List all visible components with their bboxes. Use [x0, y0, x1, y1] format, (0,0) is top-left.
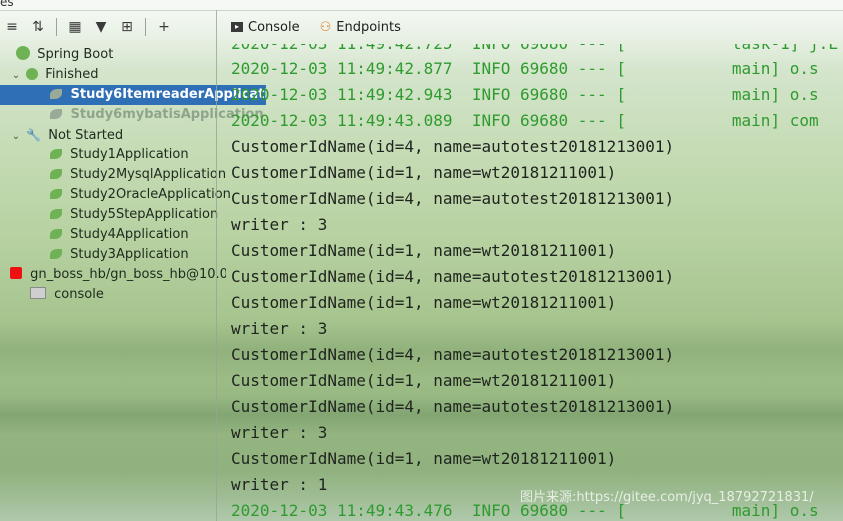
console-line: writer : 3 — [231, 215, 328, 234]
console-line: CustomerIdName(id=1, name=wt20181211001) — [231, 449, 617, 468]
console-line: CustomerIdName(id=4, name=autotest201812… — [231, 345, 675, 364]
add-config-icon[interactable]: ⊞ — [117, 17, 137, 37]
run-tabs: ▸ Console ⚇ Endpoints — [217, 10, 843, 44]
add-icon: + — [158, 19, 170, 35]
tree-node-console[interactable]: console — [0, 285, 246, 305]
spring-app-icon — [50, 249, 62, 259]
tree-node-spring-boot[interactable]: Spring Boot — [0, 45, 216, 65]
tree-node-label: Spring Boot — [37, 47, 114, 62]
tab-label: Console — [248, 19, 300, 35]
console-tab-icon: ▸ — [231, 22, 243, 32]
spring-app-icon — [50, 149, 62, 159]
tree-node-label: gn_boss_hb/gn_boss_hb@10.0.29 — [30, 267, 226, 282]
wrench-icon: 🔧 — [26, 128, 42, 142]
spring-app-icon — [50, 169, 62, 179]
console-line: CustomerIdName(id=4, name=autotest201812… — [231, 397, 675, 416]
filter-icon[interactable]: ▼ — [91, 17, 111, 37]
console-line: CustomerIdName(id=4, name=autotest201812… — [231, 267, 675, 286]
tab-console[interactable]: ▸ Console — [231, 20, 300, 35]
align-icon[interactable]: ⇅ — [28, 17, 48, 37]
tab-endpoints[interactable]: ⚇ Endpoints — [320, 20, 401, 35]
toolbar-separator — [145, 18, 146, 36]
console-line: 2020-12-03 11:49:42.877 INFO 69680 --- [… — [231, 59, 819, 78]
console-line: CustomerIdName(id=1, name=wt20181211001) — [231, 371, 617, 390]
spring-boot-icon — [16, 46, 31, 60]
tree-item-label: Study4Application — [70, 227, 189, 242]
console-line: writer : 3 — [231, 423, 328, 442]
services-tree: Spring Boot ⌄ Finished Study6ItemreaderA… — [0, 44, 266, 521]
oracle-db-icon — [10, 267, 22, 279]
console-line: CustomerIdName(id=1, name=wt20181211001) — [231, 241, 617, 260]
console-line: CustomerIdName(id=4, name=autotest201812… — [231, 137, 675, 156]
spring-app-icon — [50, 229, 62, 239]
console-line: CustomerIdName(id=1, name=wt20181211001) — [231, 163, 617, 182]
spring-app-icon — [50, 89, 62, 99]
console-line: CustomerIdName(id=4, name=autotest201812… — [231, 189, 675, 208]
console-output[interactable]: 2020-12-03 11:49:42.725 INFO 69680 --- [… — [217, 44, 843, 521]
window-title: es — [0, 0, 14, 9]
console-icon — [30, 287, 46, 299]
tree-item-label: Study2OracleApplication — [70, 187, 231, 202]
tree-node-finished[interactable]: ⌄ Finished — [0, 65, 226, 85]
spring-app-icon — [50, 209, 62, 219]
console-line: 2020-12-03 11:49:42.943 INFO 69680 --- [… — [231, 85, 819, 104]
tree-node-db-connection[interactable]: gn_boss_hb/gn_boss_hb@10.0.29 — [0, 265, 226, 285]
toolbar-separator — [56, 18, 57, 36]
group-by-icon[interactable]: ▦ — [65, 17, 85, 37]
console-line: writer : 1 — [231, 475, 328, 494]
tree-node-not-started[interactable]: ⌄ 🔧 Not Started — [0, 125, 226, 145]
tree-node-label: console — [54, 287, 104, 302]
tab-label: Endpoints — [336, 19, 401, 35]
spring-app-icon — [50, 189, 62, 199]
tree-item-label: Study2MysqlApplication — [70, 167, 227, 182]
add-service-button[interactable]: + — [154, 17, 174, 37]
chevron-down-icon[interactable]: ⌄ — [10, 127, 22, 145]
tree-node-label: Finished — [45, 67, 99, 82]
console-line: CustomerIdName(id=1, name=wt20181211001) — [231, 293, 617, 312]
console-line: 2020-12-03 11:49:43.089 INFO 69680 --- [… — [231, 111, 819, 130]
chevron-down-icon[interactable]: ⌄ — [10, 66, 22, 85]
console-line: writer : 3 — [231, 319, 328, 338]
finished-group-icon — [26, 68, 39, 80]
endpoints-icon: ⚇ — [319, 19, 332, 35]
spring-app-icon — [50, 109, 62, 119]
tree-item-label: Study3Application — [70, 247, 189, 262]
watermark-text: 图片来源:https://gitee.com/jyq_18792721831/ — [520, 490, 814, 505]
services-toolbar: ≡ ⇅ ▦ ▼ ⊞ + — [0, 10, 216, 44]
collapse-all-icon[interactable]: ≡ — [2, 17, 22, 37]
tree-node-label: Not Started — [48, 128, 124, 143]
tree-item-label: Study1Application — [70, 147, 189, 162]
tree-item-label: Study5StepApplication — [70, 207, 219, 222]
